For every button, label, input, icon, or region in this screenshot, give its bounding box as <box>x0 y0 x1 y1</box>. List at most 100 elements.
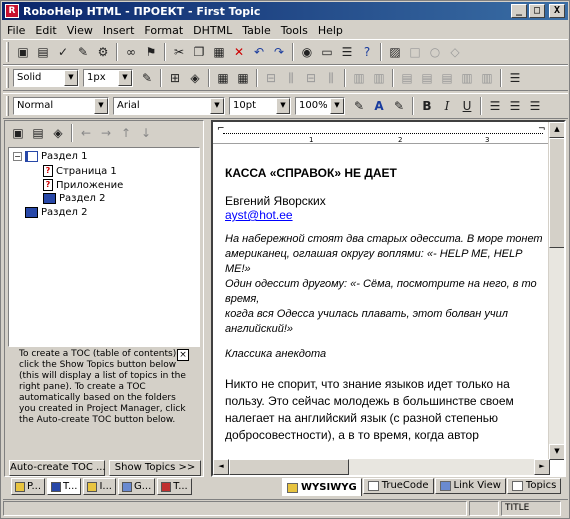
move-down-icon[interactable]: ↓ <box>136 123 156 143</box>
bookmark-icon[interactable]: ⚑ <box>141 42 161 62</box>
link-icon[interactable]: ∞ <box>121 42 141 62</box>
border-style-select[interactable]: Solid ▼ <box>13 69 79 87</box>
title-bar[interactable]: R RoboHelp HTML - ПРОЕКТ - First Topic _… <box>2 2 568 20</box>
author-email-link[interactable]: ayst@hot.ee <box>225 208 293 222</box>
align-left-icon[interactable]: ☰ <box>485 96 505 116</box>
show-topics-button[interactable]: Show Topics >> <box>109 460 201 476</box>
robohelp-app-icon[interactable]: R <box>5 4 19 18</box>
tab-truecode[interactable]: TrueCode <box>362 478 434 494</box>
underline-button[interactable]: U <box>457 96 477 116</box>
menu-dhtml[interactable]: DHTML <box>188 24 237 37</box>
align-right-icon[interactable]: ☰ <box>525 96 545 116</box>
cell-justify-icon[interactable]: ☰ <box>505 68 525 88</box>
tab-link-view[interactable]: Link View <box>434 478 506 494</box>
close-button[interactable]: X <box>549 4 565 18</box>
document-body[interactable]: КАССА «СПРАВОК» НЕ ДАЕТ Евгений Яворских… <box>225 148 545 444</box>
properties-icon[interactable]: ⚙ <box>93 42 113 62</box>
compile-icon[interactable]: ◉ <box>297 42 317 62</box>
diamond-icon[interactable]: ◇ <box>445 42 465 62</box>
tab-topics[interactable]: Topics <box>506 478 562 494</box>
chevron-down-icon[interactable]: ▼ <box>276 98 290 114</box>
paste-icon[interactable]: ▦ <box>209 42 229 62</box>
tree-node-section-2-nested[interactable]: Раздел 2 <box>43 193 105 204</box>
delete-icon[interactable]: ✕ <box>229 42 249 62</box>
chevron-down-icon[interactable]: ▼ <box>118 70 132 86</box>
move-left-icon[interactable]: ← <box>76 123 96 143</box>
chevron-down-icon[interactable]: ▼ <box>210 98 224 114</box>
minimize-button[interactable]: _ <box>511 4 527 18</box>
scroll-up-icon[interactable]: ▲ <box>549 122 564 138</box>
toolbar-grip[interactable] <box>6 42 9 62</box>
close-icon[interactable]: × <box>177 349 189 361</box>
bold-button[interactable]: B <box>417 96 437 116</box>
borders-icon[interactable]: ⊞ <box>165 68 185 88</box>
thesaurus-icon[interactable]: ✎ <box>73 42 93 62</box>
spell-check-icon[interactable]: ✓ <box>53 42 73 62</box>
paragraph-style-select[interactable]: Normal ▼ <box>13 97 109 115</box>
border-width-select[interactable]: 1px ▼ <box>83 69 133 87</box>
new-topic-icon[interactable]: ▣ <box>13 42 33 62</box>
new-book-icon[interactable]: ▣ <box>8 123 28 143</box>
cell-align-left-icon[interactable]: ▥ <box>457 68 477 88</box>
topic-editor[interactable]: ⌐ 1 2 3 ¬ КАССА «СПРАВОК» НЕ ДАЕТ Евгени… <box>211 120 566 477</box>
cell-align-top-icon[interactable]: ▤ <box>397 68 417 88</box>
copy-icon[interactable]: ❐ <box>189 42 209 62</box>
menu-insert[interactable]: Insert <box>98 24 140 37</box>
menu-table[interactable]: Table <box>237 24 275 37</box>
scroll-thumb[interactable] <box>549 138 564 248</box>
menu-edit[interactable]: Edit <box>30 24 61 37</box>
menu-file[interactable]: File <box>2 24 30 37</box>
table-grid-icon[interactable]: ▦ <box>233 68 253 88</box>
new-page-icon[interactable]: ▤ <box>28 123 48 143</box>
merge-cells-icon[interactable]: ▥ <box>349 68 369 88</box>
tab-project[interactable]: P... <box>11 478 46 495</box>
ruler[interactable]: ⌐ 1 2 3 ¬ <box>213 122 550 144</box>
border-color-icon[interactable]: ✎ <box>137 68 157 88</box>
help-icon[interactable]: ? <box>357 42 377 62</box>
scroll-down-icon[interactable]: ▼ <box>549 444 564 460</box>
chevron-down-icon[interactable]: ▼ <box>330 98 344 114</box>
cell-align-middle-icon[interactable]: ▤ <box>417 68 437 88</box>
chevron-down-icon[interactable]: ▼ <box>64 70 78 86</box>
italic-button[interactable]: I <box>437 96 457 116</box>
tree-node-appendix[interactable]: ? Приложение <box>43 179 123 191</box>
tab-tools[interactable]: T... <box>157 478 192 495</box>
right-margin-marker-icon[interactable]: ¬ <box>538 124 546 134</box>
collapse-icon[interactable]: − <box>13 152 22 161</box>
auto-create-toc-button[interactable]: Auto-create TOC ... <box>9 460 106 476</box>
background-color-icon[interactable]: ✎ <box>389 96 409 116</box>
highlight-icon[interactable]: ✎ <box>349 96 369 116</box>
font-select[interactable]: Arial ▼ <box>113 97 225 115</box>
scroll-left-icon[interactable]: ◄ <box>213 459 229 475</box>
insert-column-icon[interactable]: ⫼ <box>281 68 301 88</box>
view-icon[interactable]: ☰ <box>337 42 357 62</box>
image-icon[interactable]: ▨ <box>385 42 405 62</box>
tree-node-section-2[interactable]: Раздел 2 <box>25 207 87 218</box>
redo-icon[interactable]: ↷ <box>269 42 289 62</box>
font-size-select[interactable]: 10pt ▼ <box>229 97 291 115</box>
move-up-icon[interactable]: ↑ <box>116 123 136 143</box>
split-cells-icon[interactable]: ▥ <box>369 68 389 88</box>
maximize-button[interactable]: □ <box>529 4 545 18</box>
menu-help[interactable]: Help <box>313 24 348 37</box>
menu-format[interactable]: Format <box>139 24 188 37</box>
move-right-icon[interactable]: → <box>96 123 116 143</box>
comment-icon[interactable]: ▭ <box>317 42 337 62</box>
circle-icon[interactable]: ○ <box>425 42 445 62</box>
horizontal-scrollbar[interactable]: ◄ ► <box>213 459 550 475</box>
delete-column-icon[interactable]: ⫼ <box>321 68 341 88</box>
menu-tools[interactable]: Tools <box>276 24 313 37</box>
tab-toc[interactable]: T... <box>47 478 82 495</box>
scroll-right-icon[interactable]: ► <box>534 459 550 475</box>
tree-node-section-1[interactable]: − Раздел 1 <box>13 151 87 162</box>
cut-icon[interactable]: ✂ <box>169 42 189 62</box>
align-center-icon[interactable]: ☰ <box>505 96 525 116</box>
undo-icon[interactable]: ↶ <box>249 42 269 62</box>
save-icon[interactable]: ▤ <box>33 42 53 62</box>
fill-color-icon[interactable]: ◈ <box>185 68 205 88</box>
scroll-thumb[interactable] <box>229 459 349 475</box>
menu-view[interactable]: View <box>62 24 98 37</box>
tab-glossary[interactable]: G... <box>117 478 156 495</box>
vertical-scrollbar[interactable]: ▲ ▼ <box>548 122 564 460</box>
tree-node-page-1[interactable]: ? Страница 1 <box>43 165 117 177</box>
